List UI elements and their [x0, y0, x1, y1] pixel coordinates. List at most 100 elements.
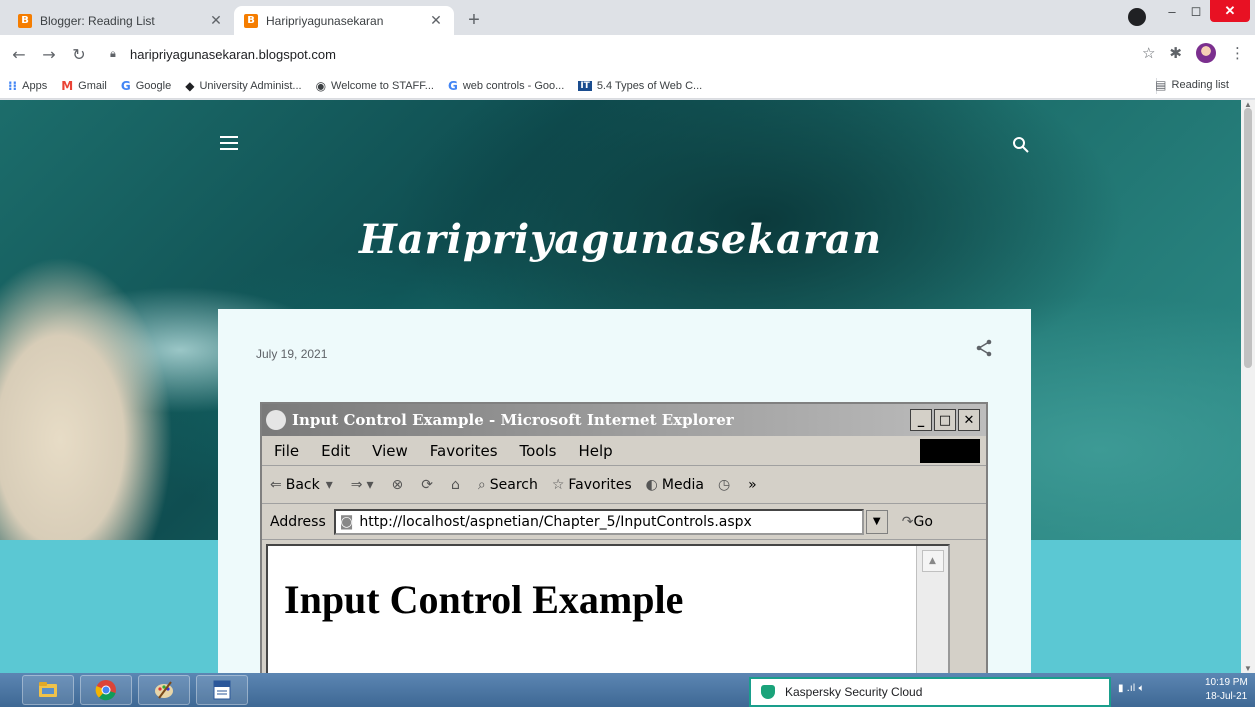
bookmark-university[interactable]: ◆ University Administ...	[185, 79, 301, 93]
clock-time: 10:19 PM	[1205, 677, 1248, 688]
ie-content-area: Input Control Example ▲	[266, 544, 950, 673]
embedded-ie-screenshot: Input Control Example - Microsoft Intern…	[260, 402, 988, 673]
ie-refresh-icon: ⟳	[421, 476, 433, 493]
reading-list-button[interactable]: ▤ Reading list	[1155, 78, 1229, 92]
tab-title: Blogger: Reading List	[40, 13, 155, 28]
ie-menu-file: File	[274, 441, 300, 460]
apps-grid-icon: ⁝⁝	[8, 78, 18, 93]
media-icon: ◐	[645, 476, 658, 493]
system-tray-icons[interactable]: ▮ .ıl 🔈︎	[1118, 683, 1145, 694]
bookmark-star-icon[interactable]: ☆	[1142, 44, 1155, 62]
ie-logo-icon	[266, 410, 286, 430]
ie-menu-view: View	[372, 441, 408, 460]
ie-close-icon: ✕	[958, 409, 980, 431]
ie-menu-edit: Edit	[321, 441, 351, 460]
kaspersky-shield-icon	[761, 685, 775, 699]
tab-blogger-reading-list[interactable]: B Blogger: Reading List ✕	[8, 6, 234, 35]
bookmark-label: Welcome to STAFF...	[331, 79, 434, 92]
forward-arrow-icon: ⇒	[350, 476, 363, 493]
profile-indicator-icon[interactable]	[1128, 8, 1146, 26]
post-date[interactable]: July 19, 2021	[256, 347, 327, 361]
google-icon: G	[120, 78, 131, 93]
folder-icon	[39, 682, 57, 697]
taskbar-explorer-button[interactable]	[22, 675, 74, 705]
back-arrow-icon: ⇐	[270, 476, 282, 493]
address-bar[interactable]: 🔒︎ haripriyagunasekaran.blogspot.com	[102, 40, 1102, 68]
ie-maximize-icon: □	[934, 409, 956, 431]
ie-more-chevron-icon: »	[748, 476, 757, 493]
ie-go-button: ↷Go	[902, 514, 933, 530]
browser-menu-icon[interactable]: ⋮	[1230, 44, 1245, 62]
bookmark-label: Google	[135, 79, 172, 92]
back-arrow-icon[interactable]: ←	[8, 45, 30, 64]
clock-date: 18-Jul-21	[1205, 691, 1248, 702]
graduation-cap-icon: ◆	[185, 78, 195, 93]
favorites-star-icon: ☆	[551, 476, 565, 493]
word-document-icon	[213, 680, 231, 700]
bookmark-types-web[interactable]: IT 5.4 Types of Web C...	[578, 80, 702, 92]
ie-stop-icon: ⊗	[391, 476, 404, 493]
new-tab-button[interactable]: +	[462, 9, 486, 32]
bookmark-apps[interactable]: ⁝⁝ Apps	[8, 79, 47, 93]
taskbar-paint-button[interactable]	[138, 675, 190, 705]
site-icon: IT	[578, 80, 592, 91]
notification-text: Kaspersky Security Cloud	[785, 685, 923, 699]
ie-page-heading: Input Control Example	[284, 577, 684, 622]
bookmark-label: web controls - Goo...	[462, 79, 565, 92]
ie-media-label: Media	[661, 476, 704, 493]
tab-close-icon[interactable]: ✕	[428, 12, 444, 29]
tab-close-icon[interactable]: ✕	[208, 12, 224, 29]
bookmark-staff[interactable]: ◉ Welcome to STAFF...	[316, 79, 434, 93]
scroll-down-arrow-icon[interactable]: ▼	[1244, 664, 1252, 673]
ie-menu-bar: File Edit View Favorites Tools Help	[262, 436, 986, 466]
extensions-puzzle-icon[interactable]: ✱	[1169, 44, 1182, 62]
windows-flag-icon	[920, 439, 980, 463]
bookmark-google[interactable]: G Google	[121, 79, 171, 93]
blogger-favicon-icon: B	[18, 13, 32, 28]
windows-taskbar: Kaspersky Security Cloud ▮ .ıl 🔈︎ 10:19 …	[0, 673, 1255, 707]
ie-forward-button: ⇒ ▾	[351, 477, 378, 493]
ie-menu-help: Help	[578, 441, 613, 460]
close-window-button[interactable]: ✕	[1210, 0, 1250, 22]
reload-icon[interactable]: ↻	[68, 45, 90, 64]
chrome-icon	[95, 680, 116, 701]
search-icon: ⌕	[477, 476, 486, 493]
lock-icon: 🔒︎	[110, 47, 116, 60]
blog-title[interactable]: Haripriyagunasekaran	[0, 216, 1241, 263]
ie-back-button: ⇐ Back ▾	[270, 477, 337, 493]
go-arrow-icon: ↷	[901, 513, 914, 530]
paint-palette-icon	[155, 681, 173, 699]
maximize-button[interactable]: ◻	[1184, 0, 1208, 22]
search-icon[interactable]	[1012, 136, 1030, 154]
ie-home-icon: ⌂	[451, 476, 460, 493]
hamburger-menu-icon[interactable]	[220, 136, 238, 150]
taskbar-word-button[interactable]	[196, 675, 248, 705]
profile-avatar[interactable]	[1196, 43, 1216, 63]
ie-favorites-button: ☆ Favorites	[552, 477, 632, 493]
blog-page: Haripriyagunasekaran July 19, 2021 Input…	[0, 100, 1241, 673]
bookmark-web-controls[interactable]: G web controls - Goo...	[448, 79, 564, 93]
tab-strip: B Blogger: Reading List ✕ B Haripriyagun…	[0, 0, 1255, 35]
scrollbar-thumb[interactable]	[1244, 108, 1252, 368]
minimize-button[interactable]: –	[1160, 0, 1184, 22]
ie-favorites-label: Favorites	[568, 476, 632, 493]
taskbar-clock[interactable]: 10:19 PM 18-Jul-21	[1205, 676, 1248, 704]
ie-titlebar: Input Control Example - Microsoft Intern…	[262, 404, 986, 436]
bookmark-gmail[interactable]: M Gmail	[61, 79, 107, 93]
forward-arrow-icon[interactable]: →	[38, 45, 60, 64]
share-icon[interactable]	[975, 339, 993, 357]
tab-haripriyagunasekaran[interactable]: B Haripriyagunasekaran ✕	[234, 6, 454, 35]
dropdown-arrow-icon: ▾	[325, 476, 333, 493]
ie-window-controls: _ □ ✕	[910, 409, 980, 431]
ie-media-button: ◐ Media	[646, 477, 704, 493]
page-scrollbar[interactable]: ▲ ▼	[1241, 100, 1255, 673]
ie-minimize-icon: _	[910, 409, 932, 431]
taskbar-chrome-button[interactable]	[80, 675, 132, 705]
google-icon: G	[447, 78, 458, 93]
bookmark-label: Gmail	[78, 79, 107, 92]
bookmark-label: University Administ...	[199, 79, 302, 92]
ie-search-label: Search	[489, 476, 538, 493]
kaspersky-notification[interactable]: Kaspersky Security Cloud	[749, 677, 1111, 707]
blogger-favicon-icon: B	[244, 13, 258, 28]
reading-list-label: Reading list	[1171, 79, 1229, 91]
